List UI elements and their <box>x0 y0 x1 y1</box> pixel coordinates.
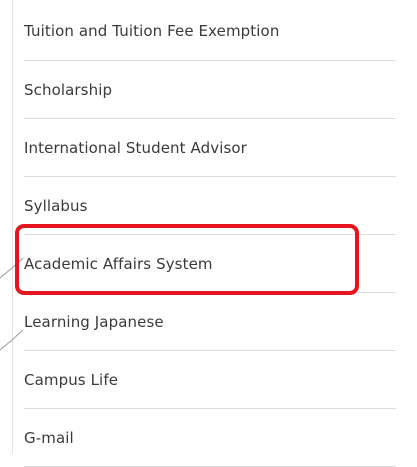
menu-item-label: Academic Affairs System <box>24 254 213 273</box>
menu-item-label: G-mail <box>24 428 74 447</box>
menu-item-label: Tuition and Tuition Fee Exemption <box>24 22 280 40</box>
menu-item-international-student-advisor[interactable]: International Student Advisor <box>24 119 396 177</box>
menu-item-label: International Student Advisor <box>24 138 247 157</box>
menu-item-gmail[interactable]: G-mail <box>24 409 396 467</box>
menu-item-label: Campus Life <box>24 370 119 389</box>
menu-item-learning-japanese[interactable]: Learning Japanese <box>24 293 396 351</box>
menu-item-scholarship[interactable]: Scholarship <box>24 61 396 119</box>
menu-item-tuition[interactable]: Tuition and Tuition Fee Exemption <box>24 0 396 61</box>
menu-list: Tuition and Tuition Fee Exemption Schola… <box>13 0 412 467</box>
side-menu-panel: Tuition and Tuition Fee Exemption Schola… <box>12 0 412 467</box>
menu-item-label: Scholarship <box>24 80 113 99</box>
menu-item-academic-affairs-system[interactable]: Academic Affairs System <box>24 235 396 293</box>
menu-item-label: Learning Japanese <box>24 312 164 331</box>
menu-item-syllabus[interactable]: Syllabus <box>24 177 396 235</box>
menu-item-label: Syllabus <box>24 196 88 215</box>
menu-item-campus-life[interactable]: Campus Life <box>24 351 396 409</box>
